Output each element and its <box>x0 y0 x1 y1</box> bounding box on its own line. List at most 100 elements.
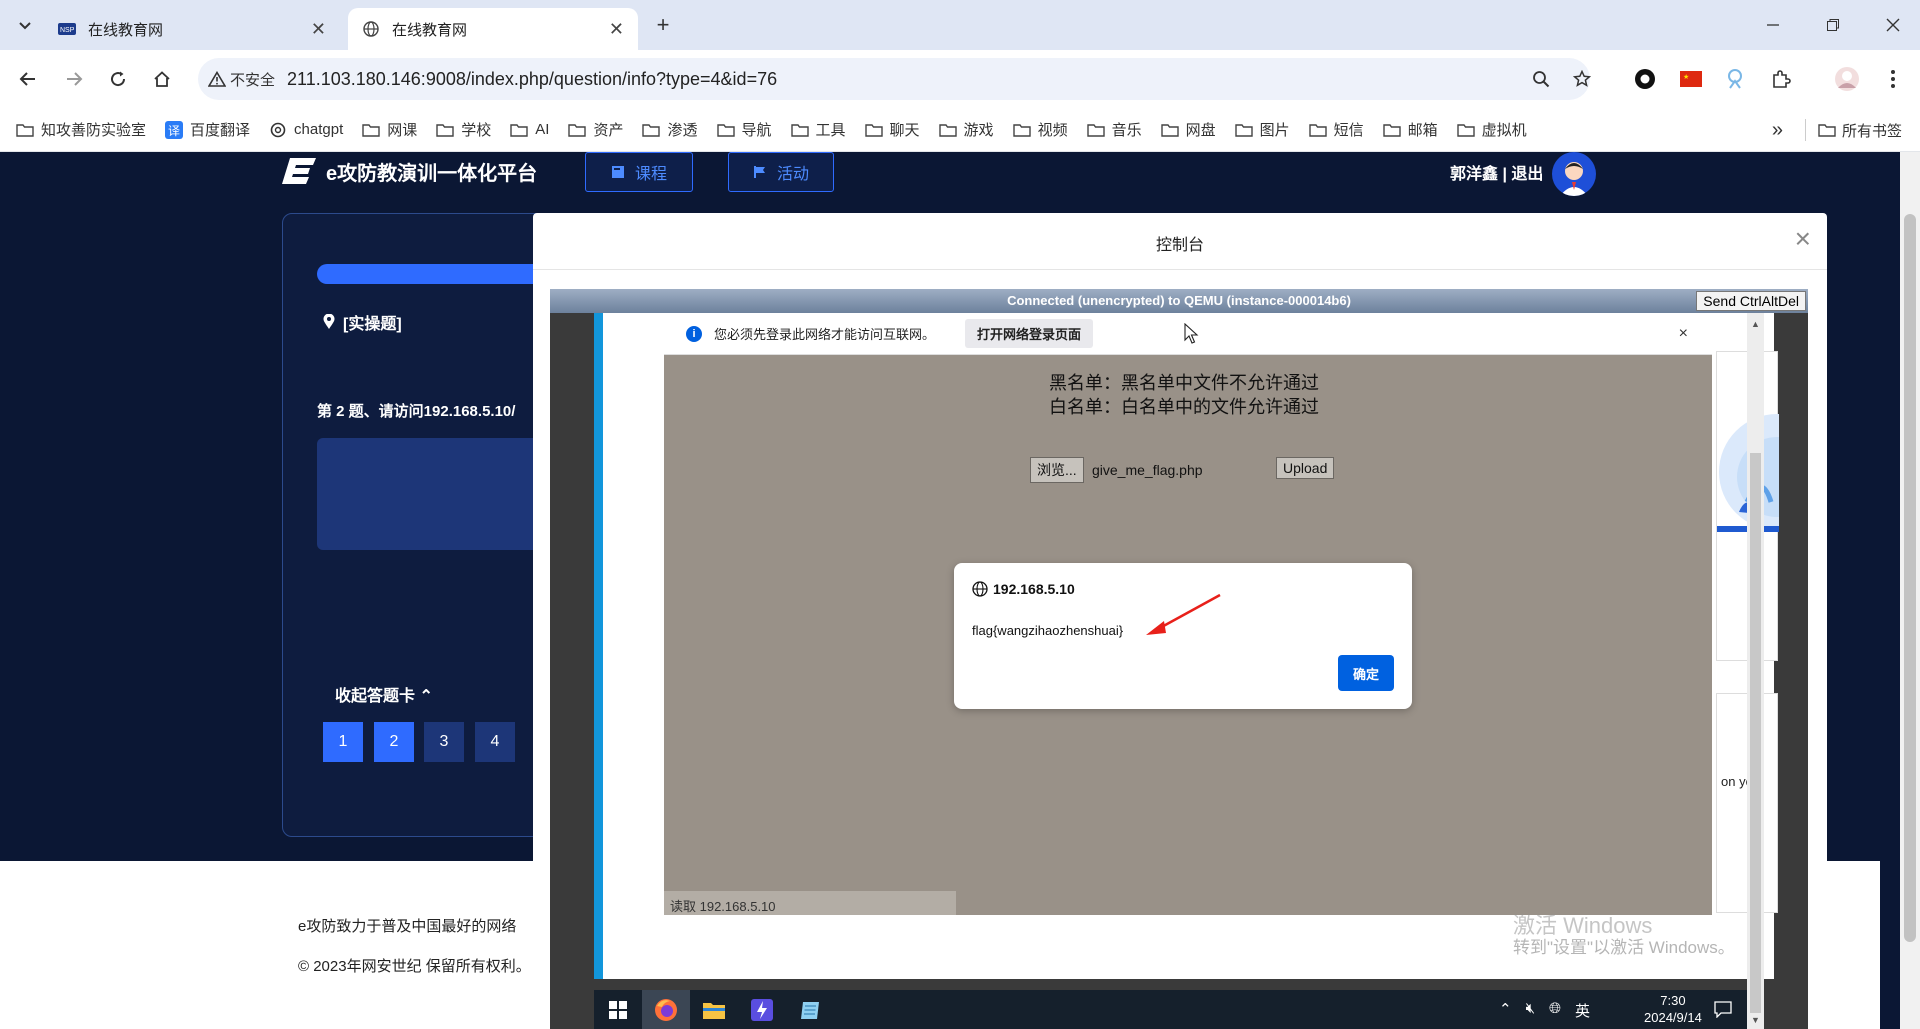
extension-translate-icon[interactable] <box>1722 66 1748 92</box>
bookmark-item[interactable]: 工具 <box>790 119 846 140</box>
tab-close-icon[interactable]: ✕ <box>609 19 624 40</box>
volume-muted-icon[interactable]: 🔇︎ <box>1526 1000 1535 1021</box>
folder-icon <box>16 122 34 138</box>
bookmark-item[interactable]: 知攻善防实验室 <box>16 119 146 140</box>
taskbar-app-notepad[interactable] <box>786 990 834 1029</box>
zoom-icon[interactable] <box>1530 68 1552 90</box>
upload-button[interactable]: Upload <box>1276 457 1335 479</box>
user-menu[interactable]: 郭洋鑫 | 退出 <box>1450 160 1543 184</box>
bookmark-item[interactable]: 游戏 <box>938 119 994 140</box>
notification-close-icon[interactable]: × <box>1679 325 1688 343</box>
scroll-up-arrow-icon[interactable]: ▲ <box>1751 319 1760 329</box>
taskbar-app-bolt[interactable] <box>738 990 786 1029</box>
tab-active[interactable]: 在线教育网 ✕ <box>348 8 638 50</box>
security-indicator[interactable]: 不安全 <box>198 69 287 90</box>
nav-course[interactable]: 课程 <box>585 152 693 192</box>
bookmarks-bar: 知攻善防实验室 译百度翻译 chatgpt 网课 学校 AI 资产 渗透 导航 … <box>0 108 1920 152</box>
bookmark-label: 网课 <box>387 122 418 139</box>
modal-close-button[interactable]: × <box>1795 223 1811 255</box>
address-bar[interactable]: 不安全 211.103.180.146:9008/index.php/quest… <box>198 58 1593 100</box>
nav-activity[interactable]: 活动 <box>728 152 834 192</box>
ime-indicator[interactable]: 英 <box>1575 1000 1590 1021</box>
bookmark-label: 学校 <box>461 122 492 139</box>
bookmark-item[interactable]: 视频 <box>1012 119 1068 140</box>
tab-search-button[interactable] <box>12 12 38 38</box>
reload-button[interactable] <box>104 65 132 93</box>
vm-scrollbar[interactable]: ▲ ▼ <box>1747 313 1764 1029</box>
page-scrollbar[interactable] <box>1900 152 1920 1029</box>
bookmark-item[interactable]: 网课 <box>362 119 417 140</box>
arrow-right-icon <box>67 72 83 86</box>
alert-ok-button[interactable]: 确定 <box>1338 655 1394 691</box>
home-button[interactable] <box>148 65 176 93</box>
minimize-button[interactable] <box>1760 12 1786 38</box>
bookmark-item[interactable]: 邮箱 <box>1382 119 1438 140</box>
restore-button[interactable] <box>1820 12 1846 38</box>
bookmark-item[interactable]: 聊天 <box>864 119 920 140</box>
tab-close-icon[interactable]: ✕ <box>311 19 326 40</box>
bookmark-item[interactable]: 学校 <box>436 119 491 140</box>
tray-chevron-up-icon[interactable]: ⌃ <box>1499 1000 1512 1021</box>
taskbar-firefox[interactable] <box>642 990 690 1029</box>
bookmarks-divider <box>1804 119 1806 141</box>
extension-flag-icon[interactable]: ★ <box>1678 66 1704 92</box>
question-number-button[interactable]: 3 <box>424 722 464 762</box>
bookmark-item[interactable]: 音乐 <box>1086 119 1142 140</box>
question-number-button[interactable]: 4 <box>475 722 515 762</box>
extensions-puzzle-icon[interactable] <box>1768 66 1794 92</box>
tab-title: 在线教育网 <box>392 21 468 39</box>
network-globe-icon[interactable]: 🌐︎ <box>1549 1000 1561 1021</box>
vm-scrollbar-thumb[interactable] <box>1750 453 1761 1013</box>
bookmark-item[interactable]: 虚拟机 <box>1456 119 1527 140</box>
question-number-button[interactable]: 1 <box>323 722 363 762</box>
bookmark-item[interactable]: AI <box>510 121 549 138</box>
extension-record-icon[interactable] <box>1632 66 1658 92</box>
folder-icon <box>1086 122 1105 138</box>
new-tab-button[interactable]: + <box>650 12 676 38</box>
taskbar-file-explorer[interactable] <box>690 990 738 1029</box>
folder-icon <box>1160 122 1179 138</box>
profile-avatar-icon[interactable] <box>1834 66 1860 92</box>
folder-icon <box>1234 122 1253 138</box>
tab-inactive[interactable]: NSP 在线教育网 ✕ <box>44 8 340 50</box>
bookmark-item[interactable]: 资产 <box>568 119 623 140</box>
question-number-button[interactable]: 2 <box>374 722 414 762</box>
forward-button[interactable] <box>60 65 88 93</box>
bookmark-item[interactable]: 图片 <box>1234 119 1290 140</box>
browse-button[interactable]: 浏览... <box>1030 457 1084 483</box>
bookmark-item[interactable]: chatgpt <box>269 121 343 138</box>
open-login-page-button[interactable]: 打开网络登录页面 <box>965 319 1094 348</box>
start-button[interactable] <box>594 990 642 1029</box>
menu-kebab-icon[interactable] <box>1880 66 1906 92</box>
back-button[interactable] <box>14 65 42 93</box>
vm-screen[interactable]: i 您必须先登录此网络才能访问互联网。 打开网络登录页面 × 黑名单：黑名单中文… <box>550 313 1808 1029</box>
all-bookmarks-button[interactable]: 所有书签 <box>1842 120 1902 141</box>
close-window-button[interactable] <box>1880 12 1906 38</box>
folder-icon <box>1456 122 1475 138</box>
bookmark-star-icon[interactable] <box>1571 68 1593 90</box>
bookmark-item[interactable]: 短信 <box>1308 119 1364 140</box>
send-ctrl-alt-del-button[interactable]: Send CtrlAltDel <box>1696 291 1806 311</box>
bookmark-item[interactable]: 渗透 <box>642 119 698 140</box>
bookmark-item[interactable]: 导航 <box>716 119 772 140</box>
bookmark-label: 视频 <box>1037 122 1068 139</box>
logo-e-icon <box>282 158 316 184</box>
scroll-down-arrow-icon[interactable]: ▼ <box>1751 1015 1760 1025</box>
bookmark-label: 导航 <box>741 122 772 139</box>
bookmark-label: 知攻善防实验室 <box>41 122 147 139</box>
whitelist-rule: 白名单：白名单中的文件允许通过 <box>1049 397 1319 417</box>
firefox-content: i 您必须先登录此网络才能访问互联网。 打开网络登录页面 × 黑名单：黑名单中文… <box>664 313 1712 915</box>
bookmarks-overflow-button[interactable]: » <box>1772 119 1783 142</box>
chatgpt-icon <box>269 122 287 138</box>
answer-card-toggle[interactable]: 收起答题卡 ⌃ <box>335 682 433 706</box>
url-text[interactable]: 211.103.180.146:9008/index.php/question/… <box>287 69 777 90</box>
taskbar-clock[interactable]: 7:30 2024/9/14 <box>1644 992 1702 1026</box>
bookmark-label: 图片 <box>1259 122 1290 139</box>
bookmark-item[interactable]: 译百度翻译 <box>165 119 250 140</box>
bookmark-item[interactable]: 网盘 <box>1160 119 1216 140</box>
site-logo[interactable]: e攻防教演训一体化平台 <box>282 156 537 186</box>
avatar[interactable] <box>1552 152 1596 196</box>
scrollbar-thumb[interactable] <box>1904 214 1916 942</box>
notification-center-icon[interactable] <box>1714 1000 1732 1021</box>
browser-status-text: 读取 192.168.5.10 <box>664 891 956 915</box>
